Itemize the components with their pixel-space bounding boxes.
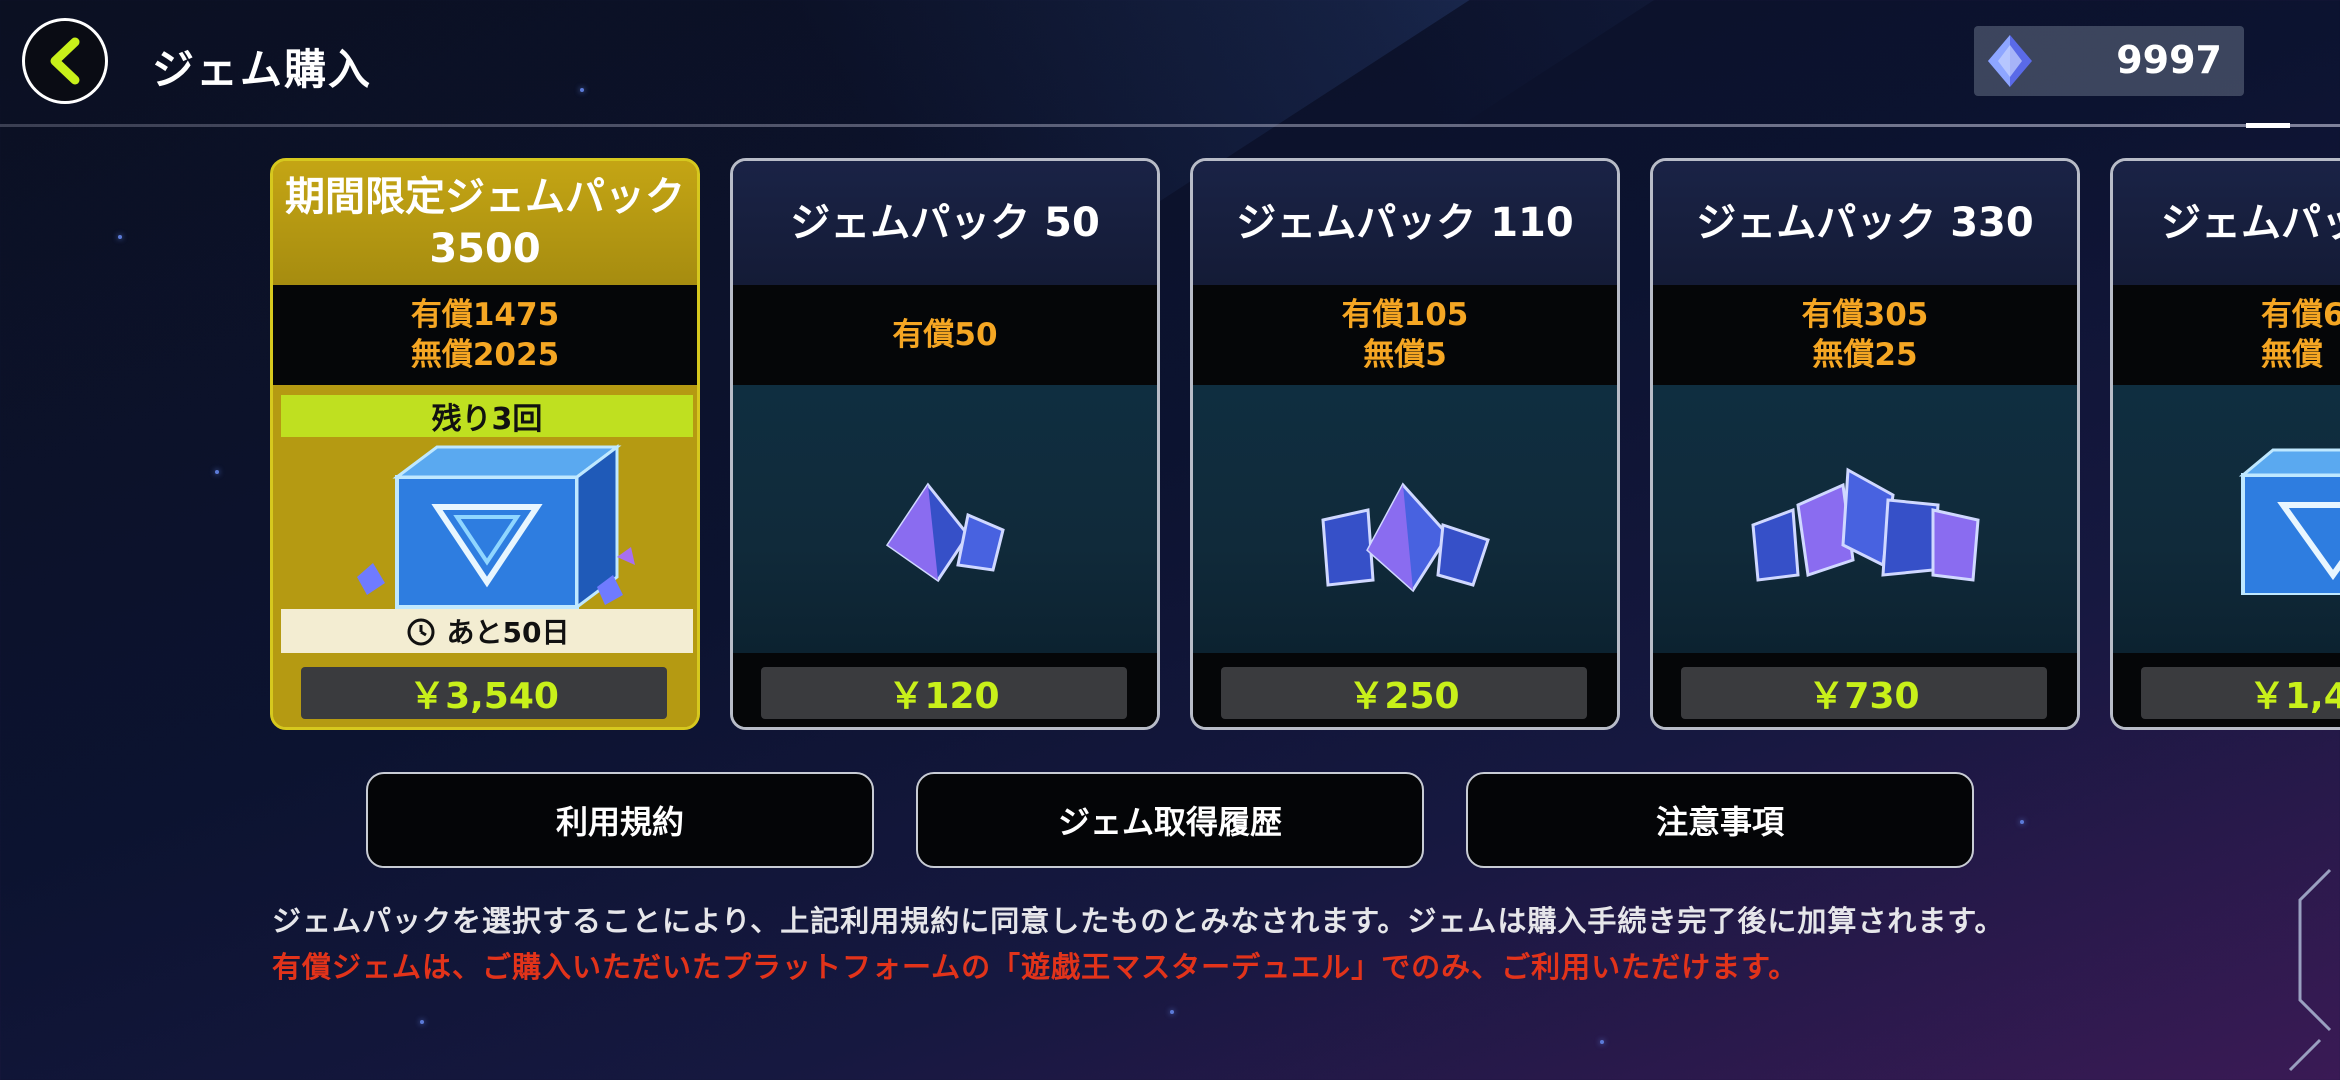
price-button[interactable]: ￥120 bbox=[761, 667, 1127, 719]
pack-amount: 有償50 bbox=[733, 285, 1157, 385]
gem-icon bbox=[1988, 35, 2032, 87]
free-amount: 無償2025 bbox=[410, 337, 560, 373]
pack-amount: 有償6 無償 bbox=[2113, 285, 2340, 385]
scroll-indicator bbox=[2246, 123, 2290, 128]
price-area: ￥120 bbox=[733, 653, 1157, 727]
pack-name: ジェムパッ bbox=[2113, 161, 2340, 285]
sparkle bbox=[118, 235, 122, 239]
warning-text: 有償ジェムは、ご購入いただいたプラットフォームの「遊戯王マスターデュエル」でのみ… bbox=[272, 950, 1799, 984]
price-button[interactable]: ￥1,4 bbox=[2141, 667, 2340, 719]
free-amount: 無償 bbox=[2261, 337, 2323, 373]
pack-name: ジェムパック 110 bbox=[1193, 161, 1617, 285]
paid-amount: 有償105 bbox=[1341, 297, 1469, 333]
free-amount: 無償25 bbox=[1812, 337, 1918, 373]
remaining-count: 残り3回 bbox=[281, 395, 693, 437]
pack-art bbox=[733, 385, 1157, 653]
pack-amount: 有償1475 無償2025 bbox=[273, 285, 697, 385]
pack-name: ジェムパック 50 bbox=[733, 161, 1157, 285]
pack-amount: 有償305 無償25 bbox=[1653, 285, 2077, 385]
pack-list[interactable]: 期間限定ジェムパック 3500 有償1475 無償2025 残り3回 あと50日… bbox=[270, 158, 2340, 730]
page-title: ジェム購入 bbox=[152, 45, 373, 94]
paid-amount: 有償6 bbox=[2261, 297, 2340, 333]
pack-card-110[interactable]: ジェムパック 110 有償105 無償5 ￥250 bbox=[1190, 158, 1620, 730]
gem-history-button[interactable]: ジェム取得履歴 bbox=[916, 772, 1424, 868]
period-badge: あと50日 bbox=[281, 609, 693, 653]
corner-decoration bbox=[2288, 868, 2332, 1072]
pack-card-330[interactable]: ジェムパック 330 有償305 無償25 ￥730 bbox=[1650, 158, 2080, 730]
pack-name: 期間限定ジェムパック 3500 bbox=[273, 161, 697, 285]
gem-balance: 9997 bbox=[1974, 26, 2244, 96]
free-amount: 無償5 bbox=[1363, 337, 1447, 373]
paid-amount: 有償1475 bbox=[410, 297, 560, 333]
pack-card-50[interactable]: ジェムパック 50 有償50 ￥120 bbox=[730, 158, 1160, 730]
gem-balance-value: 9997 bbox=[2116, 38, 2222, 82]
back-button[interactable] bbox=[22, 18, 108, 104]
pack-art bbox=[1193, 385, 1617, 653]
terms-button[interactable]: 利用規約 bbox=[366, 772, 874, 868]
pack-card-partial[interactable]: ジェムパッ 有償6 無償 ￥1,4 bbox=[2110, 158, 2340, 730]
period-text: あと50日 bbox=[446, 616, 570, 649]
gem-chest-icon bbox=[357, 444, 635, 610]
pack-art bbox=[2113, 385, 2340, 653]
sparkle bbox=[215, 470, 219, 474]
chevron-left-icon bbox=[50, 37, 80, 85]
price-button[interactable]: ￥730 bbox=[1681, 667, 2047, 719]
sparkle bbox=[1170, 1010, 1174, 1014]
notice-text: ジェムパックを選択することにより、上記利用規約に同意したものとみなされます。ジェ… bbox=[272, 904, 2005, 938]
gem-medium-icon bbox=[1321, 482, 1490, 593]
pack-name-line1: 期間限定ジェムパック bbox=[285, 174, 685, 220]
price-area: ￥730 bbox=[1653, 653, 2077, 727]
price-area: ￥250 bbox=[1193, 653, 1617, 727]
paid-amount: 有償50 bbox=[892, 317, 998, 353]
pack-card-limited[interactable]: 期間限定ジェムパック 3500 有償1475 無償2025 残り3回 あと50日… bbox=[270, 158, 700, 730]
paid-amount: 有償305 bbox=[1801, 297, 1929, 333]
gem-small-icon bbox=[885, 482, 1005, 583]
price-area: ￥1,4 bbox=[2113, 653, 2340, 727]
sparkle bbox=[580, 88, 584, 92]
sparkle bbox=[2020, 820, 2024, 824]
pack-name: ジェムパック 330 bbox=[1653, 161, 2077, 285]
sparkle bbox=[1600, 1040, 1604, 1044]
pack-art bbox=[1653, 385, 2077, 653]
price-button[interactable]: ￥250 bbox=[1221, 667, 1587, 719]
pack-name-line2: 3500 bbox=[429, 226, 541, 272]
price-button[interactable]: ￥3,540 bbox=[301, 667, 667, 719]
price-area: ￥3,540 bbox=[273, 653, 697, 727]
gem-large-icon bbox=[1751, 467, 1980, 582]
sparkle bbox=[420, 1020, 424, 1024]
header-divider bbox=[0, 124, 2340, 127]
gem-chest-icon bbox=[2238, 448, 2340, 595]
notes-button[interactable]: 注意事項 bbox=[1466, 772, 1974, 868]
timer-icon bbox=[407, 618, 435, 646]
pack-amount: 有償105 無償5 bbox=[1193, 285, 1617, 385]
